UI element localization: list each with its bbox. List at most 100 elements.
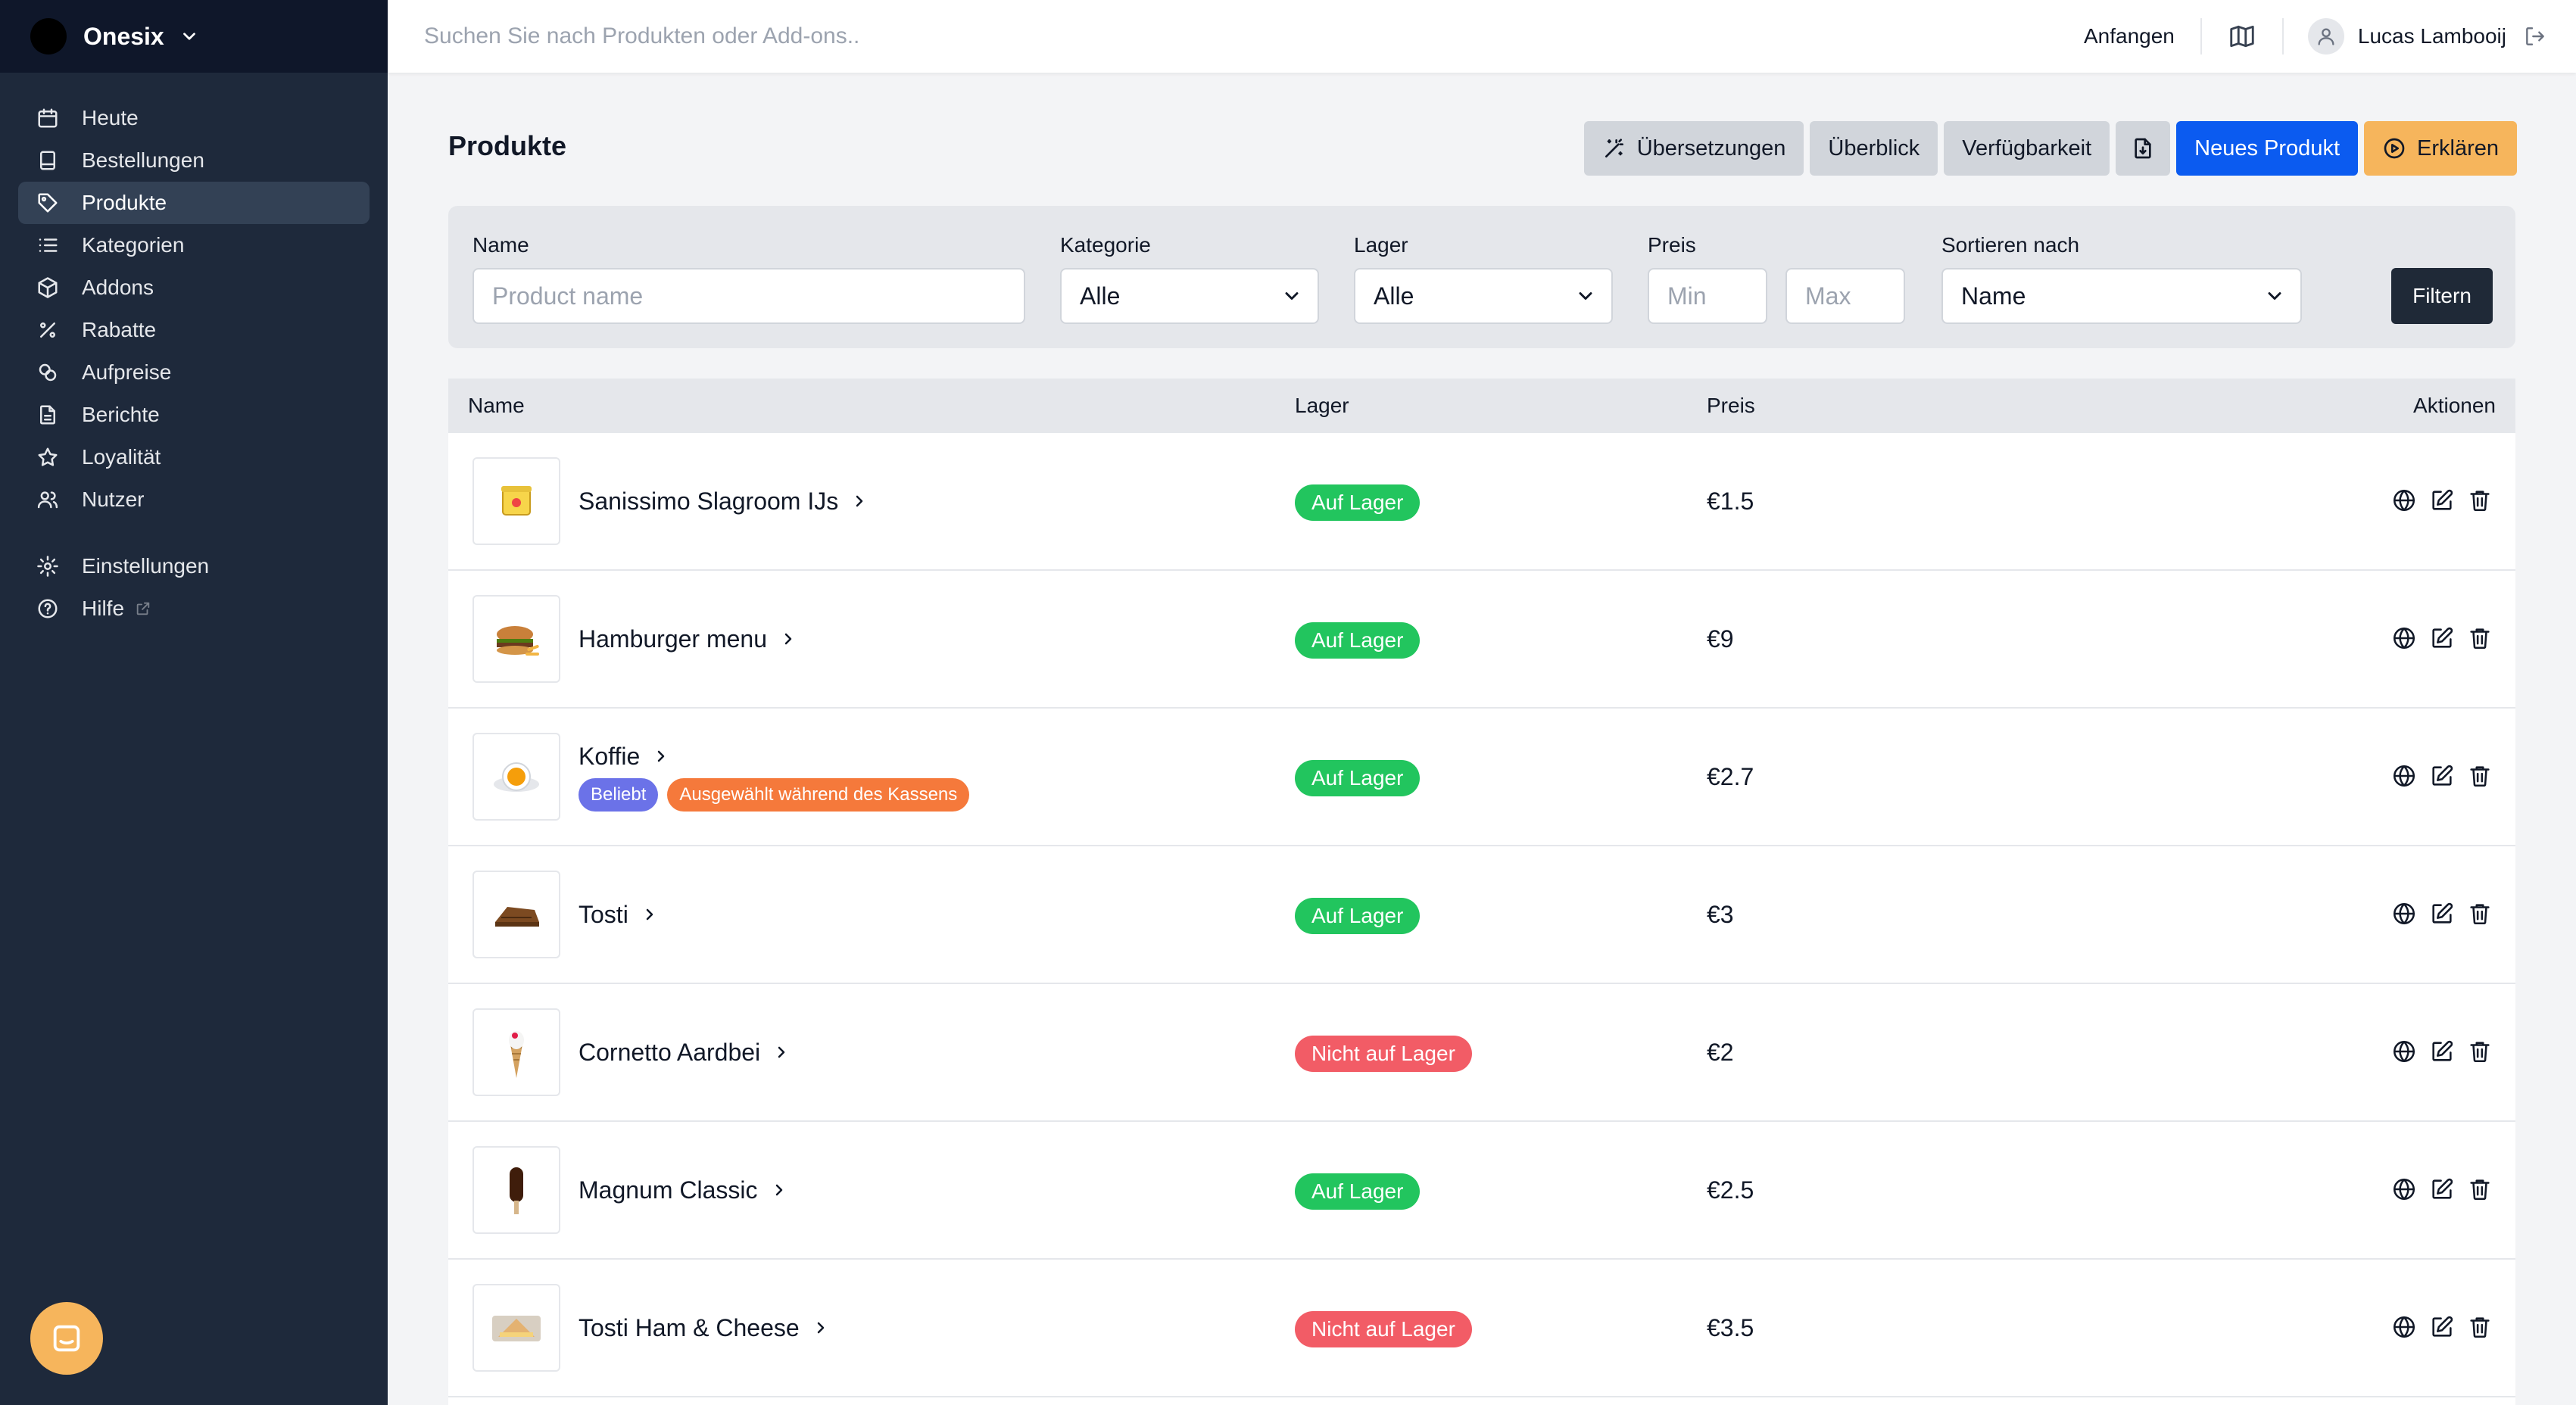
user-name: Lucas Lambooij [2357,24,2506,48]
sidebar-item-label: Einstellungen [82,554,210,578]
trash-icon[interactable] [2467,763,2493,789]
sidebar-item-label: Berichte [82,403,160,426]
product-tags: Beliebt Ausgewählt während des Kassens [579,777,970,812]
overview-button[interactable]: Überblick [1810,121,1938,176]
product-name: Magnum Classic [579,1176,758,1204]
sidebar-item-produkte[interactable]: Produkte [18,182,370,224]
trash-icon[interactable] [2467,1039,2493,1064]
chevron-down-icon [1579,292,1592,300]
sidebar-item-addons[interactable]: Addons [18,266,370,309]
row-actions [2391,1039,2493,1064]
table-row[interactable]: Hamburger menu Auf Lager €9 [448,571,2515,709]
sort-select[interactable]: Name [1941,268,2302,324]
table-row[interactable]: Sanissimo Slagroom IJs Auf Lager €1.5 [448,433,2515,571]
explain-button[interactable]: Erklären [2364,121,2517,176]
logout-icon[interactable] [2523,24,2547,48]
sidebar-item-kategorien[interactable]: Kategorien [18,224,370,266]
trash-icon[interactable] [2467,1176,2493,1202]
table-row[interactable]: Magnum Classic Auf Lager €2.5 [448,1122,2515,1260]
stock-badge: Nicht auf Lager [1295,1311,1472,1347]
product-name-link[interactable]: Koffie [579,743,969,771]
calendar-icon [38,108,58,128]
stock-select[interactable]: Alle [1354,268,1613,324]
table-row[interactable]: Tosti Ham & Cheese Nicht auf Lager €3.5 [448,1260,2515,1397]
users-icon [37,491,58,509]
new-product-button[interactable]: Neues Produkt [2176,121,2358,176]
sort-label: Sortieren nach [1941,233,2080,257]
table-row[interactable]: Koffie Beliebt Ausgewählt während des Kass… [448,709,2515,846]
globe-icon[interactable] [2391,1039,2417,1064]
brand-switcher[interactable]: Onesix [0,0,388,73]
product-price: €2.5 [1707,1176,1754,1204]
product-name-link[interactable]: Sanissimo Slagroom IJs [579,488,869,516]
chevron-right-icon [784,633,792,645]
globe-icon[interactable] [2391,1314,2417,1340]
product-name-link[interactable]: Hamburger menu [579,625,797,653]
price-min-input[interactable]: Min [1648,268,1767,324]
name-filter-input[interactable]: Product name [472,268,1025,324]
edit-icon[interactable] [2429,1176,2455,1202]
edit-icon[interactable] [2429,1314,2455,1340]
table-row[interactable]: Cornetto Aardbei Nicht auf Lager €2 [448,984,2515,1122]
start-link[interactable]: Anfangen [2084,24,2175,48]
sidebar-item-label: Loyalität [82,445,161,469]
chevron-right-icon [856,495,863,507]
sidebar-item-rabatte[interactable]: Rabatte [18,309,370,351]
product-price: €1.5 [1707,487,1754,515]
table-header: Name Lager Preis Aktionen [448,379,2515,433]
export-button[interactable] [2116,121,2171,176]
trash-icon[interactable] [2467,488,2493,513]
column-header-stock: Lager [1295,394,1349,417]
help-icon [38,599,58,618]
search-input[interactable]: Suchen Sie nach Produkten oder Add-ons.. [424,23,2084,49]
edit-icon[interactable] [2429,763,2455,789]
product-name: Hamburger menu [579,625,767,653]
map-icon[interactable] [2228,22,2256,51]
globe-icon[interactable] [2391,901,2417,927]
filter-button[interactable]: Filtern [2391,268,2493,324]
globe-icon[interactable] [2391,763,2417,789]
edit-icon[interactable] [2429,1039,2455,1064]
sidebar-item-einstellungen[interactable]: Einstellungen [18,545,370,587]
sidebar-item-berichte[interactable]: Berichte [18,394,370,436]
product-thumbnail [472,595,560,683]
stock-badge: Auf Lager [1295,760,1421,796]
topbar-divider [2281,18,2284,55]
sidebar-item-label: Heute [82,106,139,129]
sidebar-item-loyalitaet[interactable]: Loyalität [18,436,370,478]
sidebar-item-aufpreise[interactable]: Aufpreise [18,351,370,394]
category-select[interactable]: Alle [1060,268,1319,324]
sort-select-value: Name [1961,282,2026,310]
receipt-icon [40,151,55,170]
sidebar-item-heute[interactable]: Heute [18,97,370,139]
translations-button[interactable]: Übersetzungen [1583,121,1804,176]
globe-icon[interactable] [2391,488,2417,513]
trash-icon[interactable] [2467,901,2493,927]
sidebar-item-nutzer[interactable]: Nutzer [18,478,370,521]
column-header-price: Preis [1707,394,1755,417]
price-max-input[interactable]: Max [1785,268,1905,324]
edit-icon[interactable] [2429,625,2455,651]
chat-support-button[interactable] [30,1302,103,1375]
price-filter-label: Preis [1648,233,1696,257]
product-name-link[interactable]: Tosti Ham & Cheese [579,1314,830,1342]
globe-icon[interactable] [2391,625,2417,651]
product-name: Cornetto Aardbei [579,1038,761,1066]
row-actions [2391,763,2493,789]
product-thumbnail [472,1008,560,1096]
brand-name: Onesix [83,22,164,50]
sidebar-item-bestellungen[interactable]: Bestellungen [18,139,370,182]
product-name-link[interactable]: Cornetto Aardbei [579,1039,791,1067]
user-menu[interactable]: Lucas Lambooij [2307,18,2547,55]
edit-icon[interactable] [2429,488,2455,513]
product-name-link[interactable]: Tosti [579,901,659,929]
edit-icon[interactable] [2429,901,2455,927]
trash-icon[interactable] [2467,1314,2493,1340]
sidebar-item-hilfe[interactable]: Hilfe [18,587,370,630]
product-name-link[interactable]: Magnum Classic [579,1176,788,1204]
table-row[interactable]: Tosti Auf Lager €3 [448,846,2515,984]
availability-button[interactable]: Verfügbarkeit [1944,121,2110,176]
column-header-actions: Aktionen [2413,394,2496,417]
trash-icon[interactable] [2467,625,2493,651]
globe-icon[interactable] [2391,1176,2417,1202]
